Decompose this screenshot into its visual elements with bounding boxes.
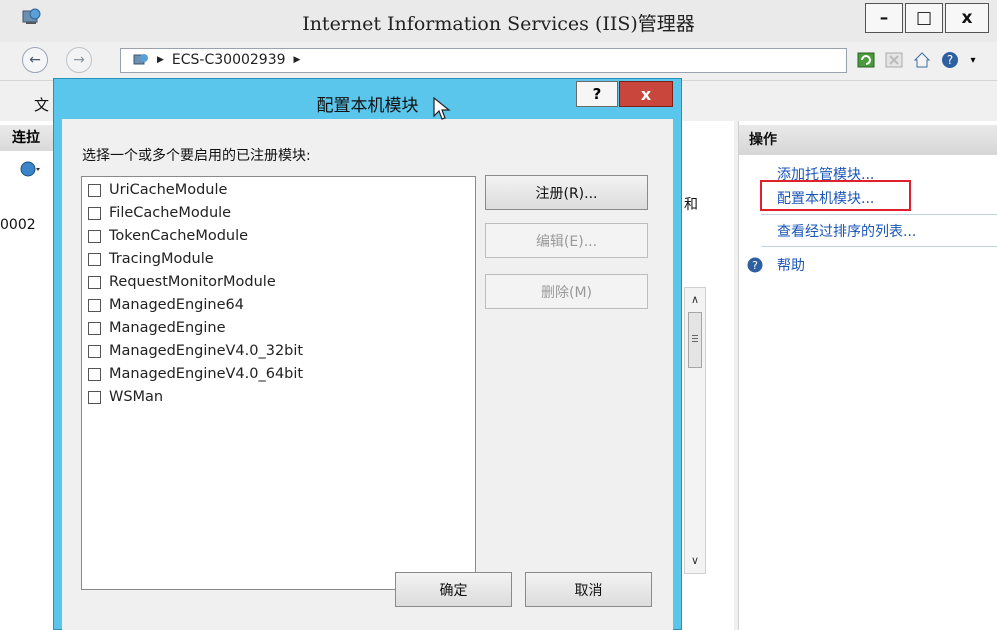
actions-header: 操作 (739, 125, 997, 155)
cancel-button[interactable]: 取消 (525, 572, 652, 607)
help-icon: ? (747, 257, 763, 273)
actions-pane: 操作 添加托管模块... 配置本机模块... 查看经过排序的列表... ? 帮助 (738, 121, 997, 630)
crumb-arrow-icon: ▶ (157, 55, 164, 65)
module-item[interactable]: TracingModule (88, 248, 214, 270)
forward-arrow-icon: → (73, 52, 85, 68)
mouse-cursor-icon (433, 96, 451, 125)
maximize-button[interactable]: □ (905, 3, 943, 33)
dialog-close-button[interactable]: x (619, 81, 673, 107)
refresh-icon[interactable] (856, 51, 876, 69)
module-checkbox[interactable] (88, 367, 101, 381)
forward-button[interactable]: → (66, 47, 92, 73)
module-item[interactable]: ManagedEngine64 (88, 294, 244, 316)
tree-node-server[interactable]: 0002 (0, 217, 36, 233)
action-view-ordered-list[interactable]: 查看经过排序的列表... (777, 221, 916, 241)
connect-globe-icon[interactable] (20, 161, 42, 181)
crumb-arrow-icon: ▶ (293, 55, 301, 65)
module-checkbox[interactable] (88, 390, 101, 404)
module-item[interactable]: ManagedEngine (88, 317, 226, 339)
ok-button[interactable]: 确定 (395, 572, 512, 607)
modules-listbox[interactable]: UriCacheModule FileCacheModule TokenCach… (81, 176, 476, 590)
module-checkbox[interactable] (88, 229, 101, 243)
home-icon[interactable] (912, 51, 932, 69)
remove-button[interactable]: 删除(M) (485, 274, 648, 309)
configure-native-modules-dialog: 配置本机模块 ? x 选择一个或多个要启用的已注册模块: UriCacheMod… (53, 78, 682, 630)
module-checkbox[interactable] (88, 206, 101, 220)
scroll-down-icon[interactable]: ∨ (685, 551, 705, 569)
module-item[interactable]: ManagedEngineV4.0_32bit (88, 340, 303, 362)
module-item[interactable]: UriCacheModule (88, 179, 227, 201)
edit-button[interactable]: 编辑(E)... (485, 223, 648, 258)
action-separator (761, 246, 997, 247)
help-icon[interactable]: ? (940, 51, 960, 69)
module-item[interactable]: TokenCacheModule (88, 225, 248, 247)
module-checkbox[interactable] (88, 252, 101, 266)
svg-text:?: ? (752, 259, 758, 272)
server-icon (133, 54, 148, 65)
action-separator (761, 214, 997, 215)
close-button[interactable]: x (945, 3, 989, 33)
address-bar-row: ← → ▶ ECS-C30002939 ▶ ? ▾ (0, 42, 997, 81)
dialog-help-button[interactable]: ? (576, 81, 618, 107)
iis-manager-window: Internet Information Services (IIS)管理器 –… (0, 0, 997, 630)
minimize-button[interactable]: – (865, 3, 903, 33)
chevron-down-icon[interactable]: ▾ (968, 51, 978, 69)
toolbar: ? ▾ (856, 51, 978, 69)
dialog-prompt: 选择一个或多个要启用的已注册模块: (82, 148, 311, 164)
module-item[interactable]: RequestMonitorModule (88, 271, 276, 293)
stop-icon[interactable] (884, 51, 904, 69)
module-checkbox[interactable] (88, 298, 101, 312)
menu-file[interactable]: 文 (34, 94, 49, 115)
action-help[interactable]: ? 帮助 (747, 255, 805, 275)
dialog-body: 选择一个或多个要启用的已注册模块: UriCacheModule FileCac… (62, 119, 673, 630)
back-arrow-icon: ← (29, 52, 41, 68)
module-item[interactable]: WSMan (88, 386, 163, 408)
title-bar: Internet Information Services (IIS)管理器 –… (0, 0, 997, 43)
module-checkbox[interactable] (88, 275, 101, 289)
features-text-fragment: 和 (684, 197, 698, 213)
highlight-box (760, 180, 911, 211)
back-button[interactable]: ← (22, 47, 48, 73)
address-field[interactable]: ▶ ECS-C30002939 ▶ (120, 48, 847, 73)
list-scrollbar[interactable]: ∧ ∨ (684, 287, 706, 574)
module-checkbox[interactable] (88, 321, 101, 335)
scroll-thumb[interactable] (688, 312, 702, 368)
window-title: Internet Information Services (IIS)管理器 (302, 13, 695, 35)
module-item[interactable]: ManagedEngineV4.0_64bit (88, 363, 303, 385)
module-checkbox[interactable] (88, 344, 101, 358)
svg-text:?: ? (947, 53, 953, 67)
breadcrumb-server[interactable]: ECS-C30002939 (172, 52, 286, 68)
scroll-up-icon[interactable]: ∧ (685, 290, 705, 308)
module-item[interactable]: FileCacheModule (88, 202, 231, 224)
register-button[interactable]: 注册(R)... (485, 175, 648, 210)
module-checkbox[interactable] (88, 183, 101, 197)
